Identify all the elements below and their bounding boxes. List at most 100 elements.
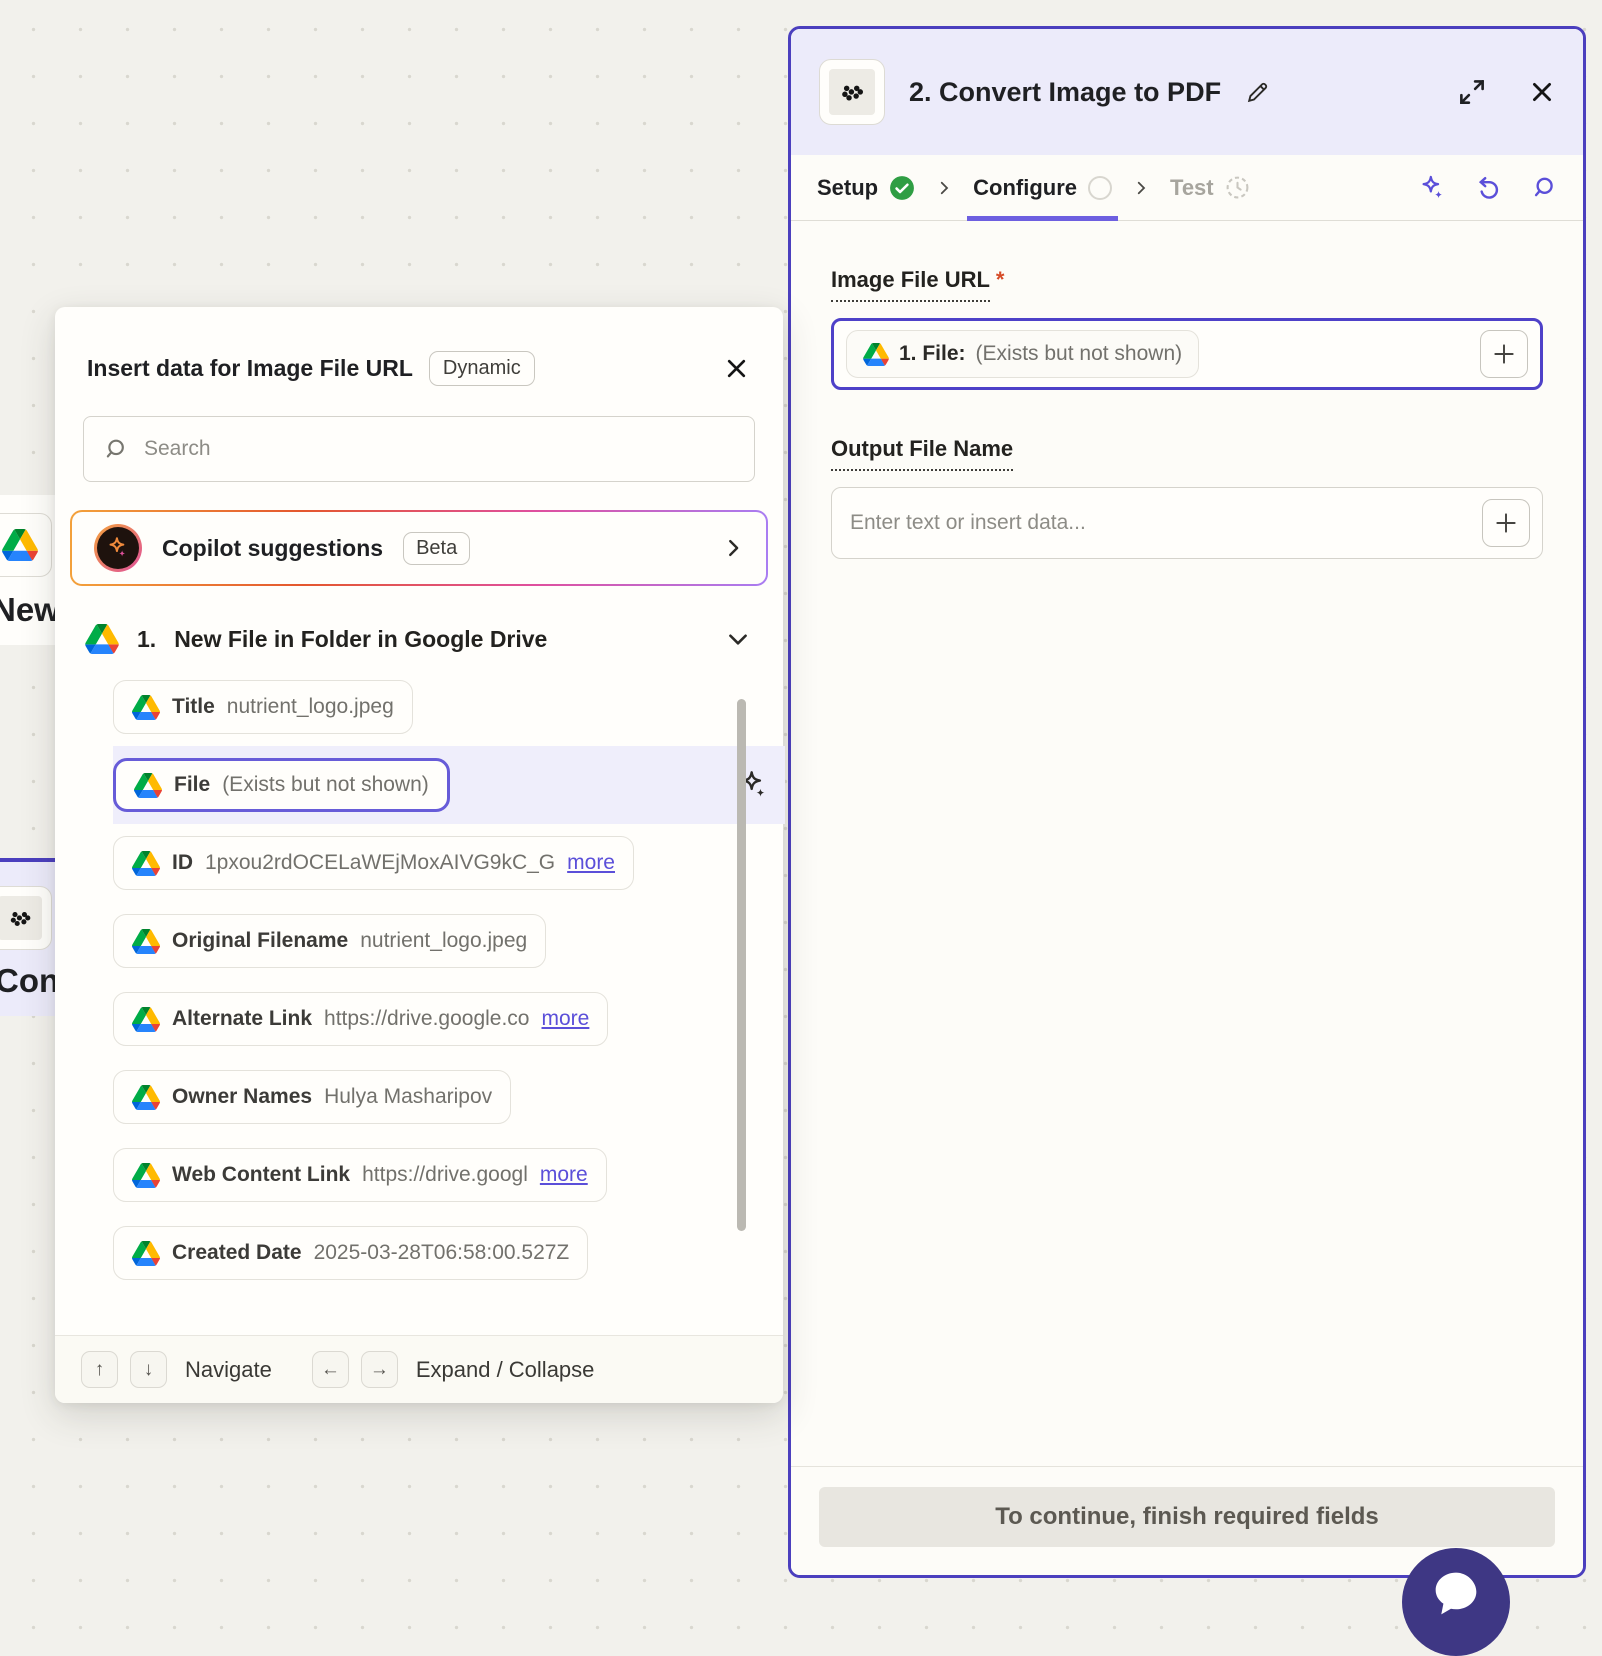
mapped-field-token[interactable]: 1. File: (Exists but not shown) — [846, 330, 1199, 378]
copilot-icon — [94, 524, 142, 572]
google-drive-icon — [2, 529, 38, 561]
output-file-name-field: Output File Name — [831, 436, 1543, 559]
arrow-right-key[interactable]: → — [361, 1351, 398, 1388]
step1-section-header[interactable]: 1. New File in Folder in Google Drive — [85, 624, 751, 654]
list-item: Owner Names Hulya Masharipov — [113, 1070, 733, 1124]
arrow-left-key[interactable]: ← — [312, 1351, 349, 1388]
chevron-right-icon — [1132, 179, 1150, 197]
tab-test-label: Test — [1170, 175, 1214, 201]
google-drive-icon — [132, 695, 160, 720]
insert-data-button[interactable] — [1482, 499, 1530, 547]
google-drive-icon — [132, 1163, 160, 1188]
insert-data-modal: Insert data for Image File URL Dynamic C… — [55, 307, 783, 1403]
copilot-suggestions-row[interactable]: Copilot suggestions Beta — [70, 510, 768, 586]
tab-setup[interactable]: Setup — [817, 155, 915, 220]
google-drive-icon — [134, 773, 162, 798]
field-pill-title[interactable]: Title nutrient_logo.jpeg — [113, 680, 413, 734]
data-field-list: Title nutrient_logo.jpeg File (Exists bu… — [55, 680, 783, 1290]
check-circle-icon — [889, 175, 915, 201]
field-pill-web-content-link[interactable]: Web Content Link https://drive.googl mor… — [113, 1148, 607, 1202]
nutrient-dots-icon — [836, 79, 868, 106]
field-label: Web Content Link — [172, 1163, 350, 1187]
field-label: Created Date — [172, 1241, 302, 1265]
google-drive-icon — [85, 624, 119, 654]
panel-body: Image File URL * 1. File: (Exists but no… — [791, 221, 1583, 559]
close-icon — [724, 356, 749, 381]
google-drive-app-iconbox — [0, 513, 52, 577]
modal-footer: ↑ ↓ Navigate ← → Expand / Collapse — [55, 1335, 783, 1403]
tab-setup-label: Setup — [817, 175, 878, 201]
expand-icon — [1457, 77, 1487, 107]
image-file-url-label: Image File URL — [831, 267, 990, 302]
output-file-name-input[interactable] — [850, 511, 1482, 535]
canvas-node-google-drive-trigger[interactable]: New — [0, 495, 57, 645]
search-step-button[interactable] — [1530, 174, 1557, 201]
plus-icon — [1493, 510, 1519, 536]
field-value: (Exists but not shown) — [222, 773, 429, 797]
field-value: 2025-03-28T06:58:00.527Z — [314, 1241, 570, 1265]
field-pill-alternate-link[interactable]: Alternate Link https://drive.google.co m… — [113, 992, 608, 1046]
chevron-right-icon — [722, 537, 744, 559]
image-file-url-field: Image File URL * 1. File: (Exists but no… — [831, 267, 1543, 390]
more-link[interactable]: more — [540, 1163, 588, 1187]
close-panel-button[interactable] — [1529, 79, 1555, 105]
token-prefix: 1. File: — [899, 342, 966, 366]
token-value: (Exists but not shown) — [976, 342, 1183, 366]
step-config-panel: 2. Convert Image to PDF Setup — [788, 26, 1586, 1578]
field-pill-id[interactable]: ID 1pxou2rdOCELaWEjMoxAIVG9kC_G more — [113, 836, 634, 890]
rename-step-button[interactable] — [1245, 80, 1270, 105]
nutrient-app-iconbox — [819, 59, 885, 125]
undo-refresh-button[interactable] — [1474, 174, 1502, 202]
more-link[interactable]: more — [567, 851, 615, 875]
sparkle-icon — [1418, 174, 1446, 202]
list-item: Original Filename nutrient_logo.jpeg — [113, 914, 733, 968]
chat-icon — [1425, 1562, 1487, 1624]
support-chat-button[interactable] — [1402, 1548, 1510, 1656]
chevron-down-icon[interactable] — [725, 626, 751, 652]
insert-data-button[interactable] — [1480, 330, 1528, 378]
field-label: Alternate Link — [172, 1007, 312, 1031]
close-modal-button[interactable] — [724, 356, 749, 381]
output-file-name-label: Output File Name — [831, 436, 1013, 471]
arrow-down-key[interactable]: ↓ — [130, 1351, 167, 1388]
field-pill-created-date[interactable]: Created Date 2025-03-28T06:58:00.527Z — [113, 1226, 588, 1280]
step-tabs: Setup Configure Test — [791, 155, 1583, 221]
field-value: 1pxou2rdOCELaWEjMoxAIVG9kC_G — [205, 851, 555, 875]
search-input[interactable] — [144, 437, 736, 461]
field-label: File — [174, 773, 210, 797]
list-scrollbar[interactable] — [737, 699, 746, 1231]
modal-header: Insert data for Image File URL Dynamic — [55, 307, 783, 386]
beta-badge: Beta — [403, 532, 470, 565]
tab-configure[interactable]: Configure — [973, 155, 1112, 220]
required-asterisk: * — [996, 267, 1005, 293]
google-drive-icon — [132, 1007, 160, 1032]
field-pill-original-filename[interactable]: Original Filename nutrient_logo.jpeg — [113, 914, 546, 968]
list-item: Alternate Link https://drive.google.co m… — [113, 992, 733, 1046]
section-number: 1. — [137, 626, 156, 653]
field-label: ID — [172, 851, 193, 875]
arrow-up-key[interactable]: ↑ — [81, 1351, 118, 1388]
google-drive-icon — [132, 1241, 160, 1266]
canvas-node-convert-step[interactable]: Conv — [0, 858, 57, 1016]
chevron-right-icon — [935, 179, 953, 197]
expand-panel-button[interactable] — [1457, 77, 1487, 107]
field-value: nutrient_logo.jpeg — [360, 929, 527, 953]
continue-disabled-button[interactable]: To continue, finish required fields — [819, 1487, 1555, 1547]
field-value: https://drive.google.co — [324, 1007, 529, 1031]
pencil-icon — [1245, 80, 1270, 105]
clock-pending-icon — [1225, 175, 1250, 200]
output-file-name-input-wrap — [831, 487, 1543, 559]
list-item-selected: File (Exists but not shown) — [113, 746, 785, 824]
field-pill-file[interactable]: File (Exists but not shown) — [113, 758, 450, 812]
field-value: https://drive.googl — [362, 1163, 528, 1187]
tab-test[interactable]: Test — [1170, 155, 1250, 220]
image-file-url-input[interactable]: 1. File: (Exists but not shown) — [831, 318, 1543, 390]
ai-assist-button[interactable] — [1418, 174, 1446, 202]
field-pill-owner-names[interactable]: Owner Names Hulya Masharipov — [113, 1070, 511, 1124]
navigate-label: Navigate — [185, 1357, 272, 1383]
list-item: ID 1pxou2rdOCELaWEjMoxAIVG9kC_G more — [113, 836, 733, 890]
google-drive-icon — [863, 343, 889, 366]
expand-collapse-label: Expand / Collapse — [416, 1357, 595, 1383]
more-link[interactable]: more — [542, 1007, 590, 1031]
nutrient-dots-icon — [5, 906, 35, 931]
